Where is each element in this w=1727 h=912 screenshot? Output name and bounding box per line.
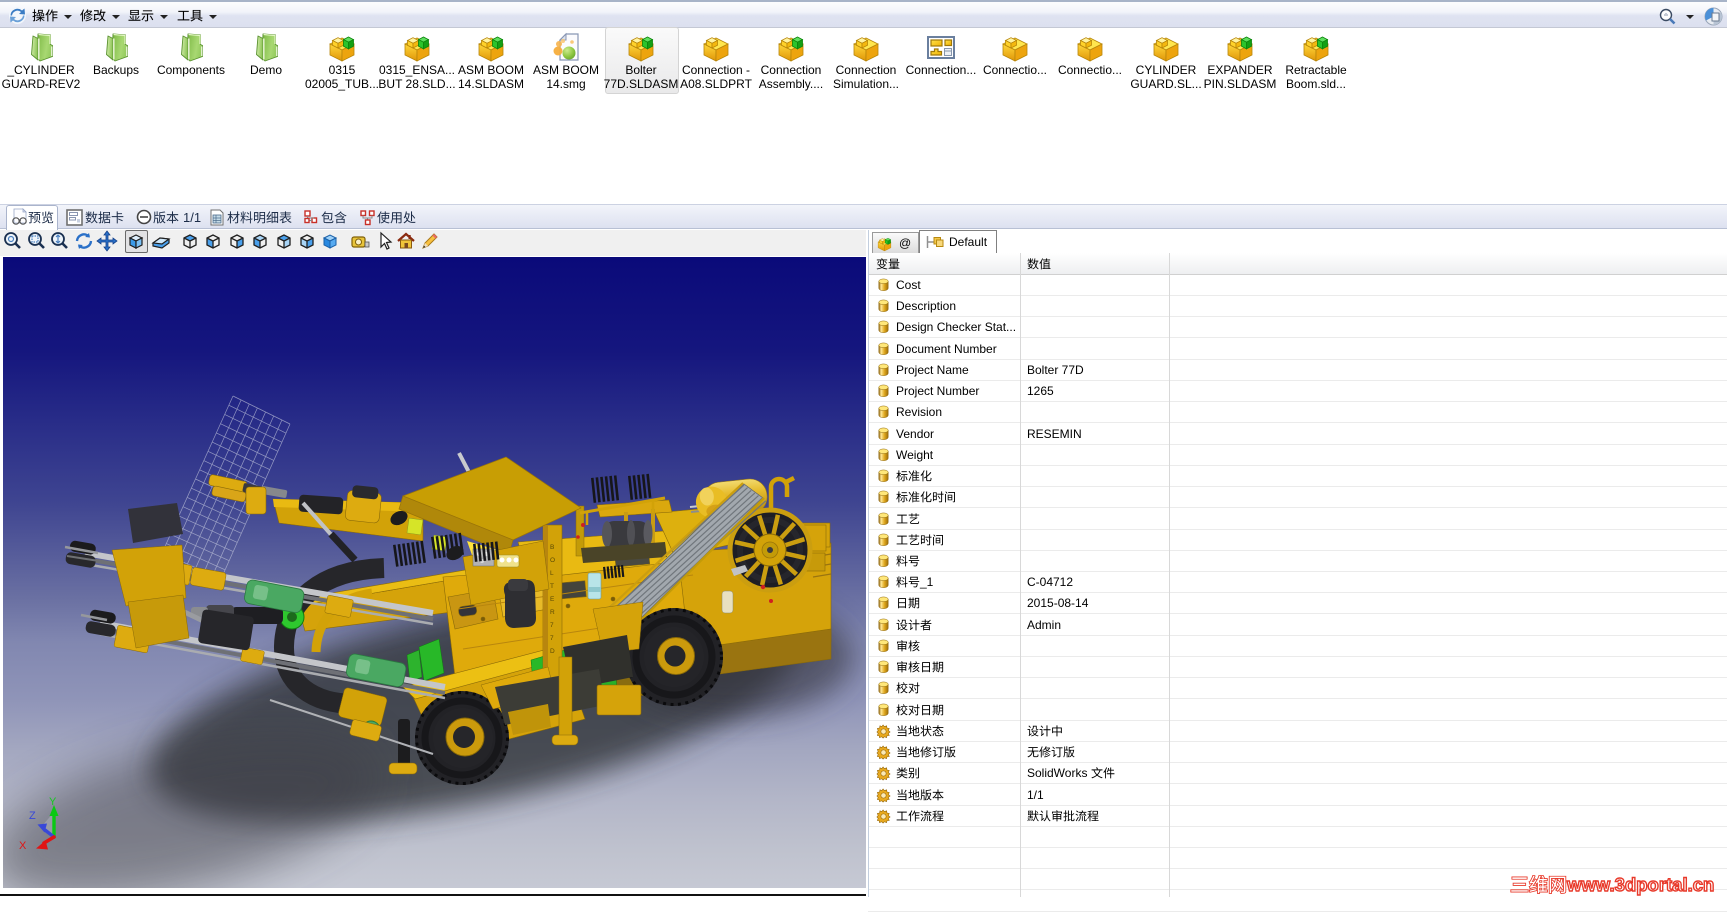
svg-text:X: X xyxy=(19,840,27,852)
svg-text:Y: Y xyxy=(49,796,57,808)
svg-text:Z: Z xyxy=(29,810,36,822)
